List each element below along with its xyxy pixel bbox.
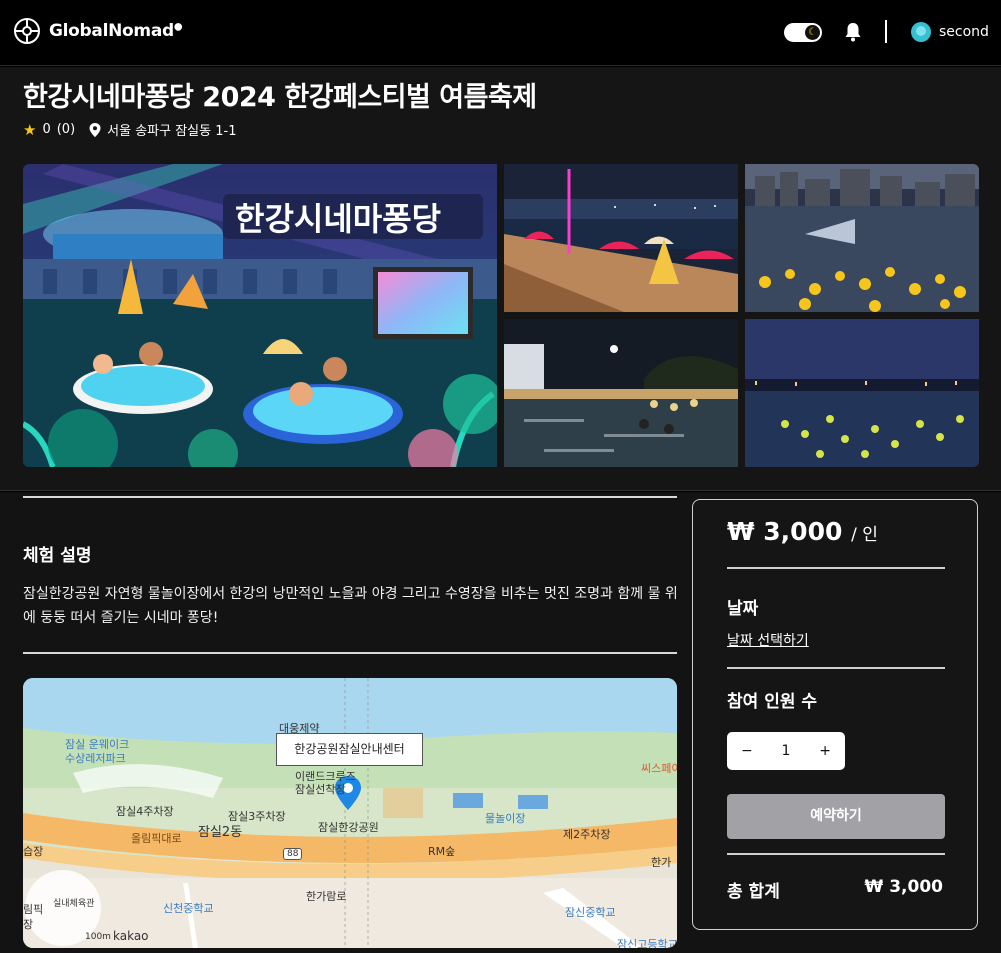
user-menu[interactable]: second	[911, 22, 989, 42]
location-map[interactable]: 한강공원잠실안내센터 대웅제약 잠실 운웨이크 수상레저파크 이랜드크루즈 잠실…	[23, 678, 677, 948]
card-divider	[727, 667, 945, 669]
date-label: 날짜	[727, 599, 759, 619]
location-pin-icon	[89, 122, 101, 137]
price-unit: / 인	[851, 525, 878, 545]
banner-illustration: 한강시네마퐁당	[23, 164, 497, 467]
map-label: 대웅제약	[279, 722, 320, 735]
banner-title: 한강시네마퐁당	[235, 200, 441, 238]
participant-count: 1	[781, 743, 791, 759]
map-label: 88	[283, 848, 303, 860]
reserve-button[interactable]: 예약하기	[727, 794, 945, 839]
map-scale: 100m	[85, 932, 111, 942]
photo-cinema-river	[745, 164, 979, 312]
price: ₩ 3,000 / 인	[727, 517, 878, 546]
increment-button[interactable]: +	[819, 743, 831, 759]
card-divider	[727, 567, 945, 569]
section-divider	[23, 652, 677, 654]
card-divider	[727, 853, 945, 855]
total-label: 총 합계	[727, 882, 780, 902]
map-label: 잠실선착장	[295, 783, 346, 796]
activity-body: 체험 설명 잠실한강공원 자연형 물놀이장에서 한강의 낭만적인 노을과 야경 …	[0, 492, 1001, 953]
select-date-link[interactable]: 날짜 선택하기	[727, 630, 809, 650]
total-value: ₩ 3,000	[864, 877, 943, 897]
map-label: 물놀이장	[485, 812, 526, 825]
map-label: 잠실4주차장	[116, 805, 174, 818]
section-divider	[23, 496, 677, 498]
address: 서울 송파구 잠실동 1-1	[107, 124, 237, 139]
globe-logo-icon	[14, 18, 40, 44]
brand-logo[interactable]: GlobalNomad●	[13, 17, 183, 45]
map-info-label: 한강공원잠실안내센터	[276, 733, 423, 766]
description-heading: 체험 설명	[23, 546, 92, 566]
decrement-button[interactable]: −	[741, 743, 753, 759]
top-nav: GlobalNomad● ☾ second	[0, 0, 1001, 66]
map-label: 신천중학교	[163, 902, 214, 915]
header-divider	[885, 20, 887, 43]
map-label: 한가	[651, 856, 672, 869]
rating-value: 0	[42, 122, 51, 137]
review-count: (0)	[56, 122, 76, 137]
map-label: 제2주차장	[563, 828, 611, 841]
gallery-image-cinema[interactable]	[745, 164, 979, 312]
map-label: 습장	[23, 845, 44, 858]
map-label: 실내체육관	[53, 899, 95, 909]
moon-icon: ☾	[805, 25, 820, 40]
gallery-image-river-night[interactable]	[745, 319, 979, 467]
gallery-image-beach[interactable]	[504, 164, 738, 312]
brand-name: GlobalNomad●	[49, 21, 183, 41]
image-gallery: 한강시네마퐁당	[23, 164, 979, 468]
map-label: 잠실2동	[198, 825, 243, 840]
banner-image[interactable]: 한강시네마퐁당	[23, 164, 497, 467]
map-label: 잠신고등학교	[617, 938, 677, 948]
dark-mode-toggle[interactable]: ☾	[784, 23, 822, 42]
map-label: 장	[23, 918, 34, 931]
participants-label: 참여 인원 수	[727, 692, 818, 712]
photo-beach-night	[504, 164, 738, 312]
map-label: 올림픽대로	[131, 832, 182, 845]
activity-meta: ★ 0 (0) 서울 송파구 잠실동 1-1	[23, 120, 237, 140]
username: second	[939, 24, 989, 40]
map-label: 씨스페이	[641, 762, 677, 775]
map-label: RM숲	[428, 845, 456, 858]
bell-icon[interactable]	[844, 22, 862, 42]
booking-card: ₩ 3,000 / 인 날짜 날짜 선택하기 참여 인원 수 − 1 + 예약하…	[692, 499, 978, 930]
map-label: 수상레저파크	[65, 752, 126, 765]
map-provider: kakao	[113, 929, 149, 943]
activity-header: 한강시네마퐁당 2024 한강페스티벌 여름축제 ★ 0 (0) 서울 송파구 …	[0, 67, 1001, 491]
map-label: 잠신중학교	[565, 906, 616, 919]
photo-pool-night	[504, 319, 738, 467]
photo-river-tubes	[745, 319, 979, 467]
avatar	[911, 22, 931, 42]
description-text: 잠실한강공원 자연형 물놀이장에서 한강의 낭만적인 노을과 야경 그리고 수영…	[23, 586, 678, 626]
page-title: 한강시네마퐁당 2024 한강페스티벌 여름축제	[23, 82, 537, 113]
gallery-image-pool[interactable]	[504, 319, 738, 467]
map-label: 잠실한강공원	[318, 821, 379, 834]
price-value: ₩ 3,000	[727, 517, 843, 546]
map-label: 한가람로	[306, 890, 347, 903]
participant-stepper: − 1 +	[727, 732, 845, 770]
star-icon: ★	[23, 120, 37, 139]
map-label: 림픽	[23, 903, 44, 916]
